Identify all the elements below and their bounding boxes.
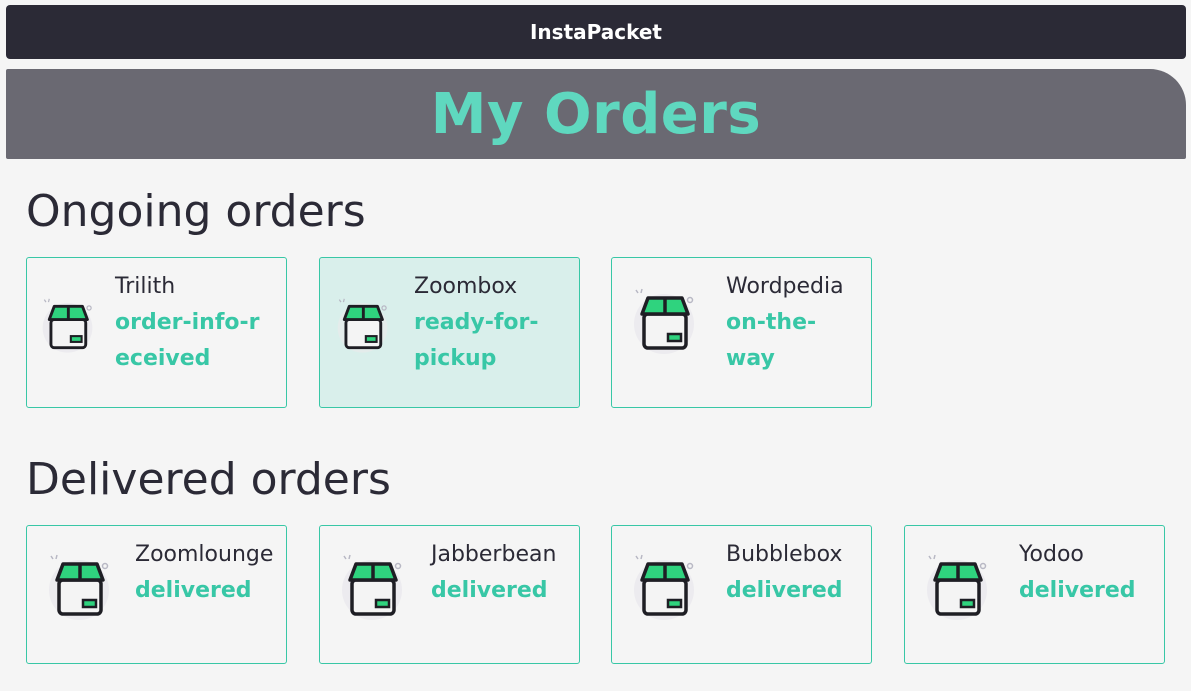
order-card[interactable]: Bubblebox delivered [611,525,872,664]
order-name: Bubblebox [726,542,843,567]
order-card[interactable]: Jabberbean delivered [319,525,580,664]
order-name: Zoombox [414,274,518,299]
order-name: Wordpedia [726,274,844,299]
package-box-icon [634,288,694,354]
order-name: Trilith [115,274,176,299]
package-box-icon [337,298,388,353]
package-box-icon [927,554,987,620]
order-card[interactable]: Zoomlounge delivered [26,525,287,664]
app-title: InstaPacket [529,20,662,44]
order-status: delivered [726,578,843,603]
package-box-icon [342,554,402,620]
order-status: order-info-received [115,310,260,371]
order-card[interactable]: Trilith order-info-received [26,257,287,408]
order-status: on-the-way [726,310,817,371]
ongoing-orders-heading: Ongoing orders [26,186,366,237]
package-box-icon [42,298,93,353]
order-card[interactable]: Wordpedia on-the-way [611,257,872,408]
package-box-icon [49,554,109,620]
order-status: delivered [431,578,548,603]
order-status: delivered [1019,578,1136,603]
order-name: Jabberbean [431,542,557,567]
page-title: My Orders [430,81,762,147]
app-title-bar: InstaPacket [6,5,1186,59]
order-card[interactable]: Zoombox ready-for-pickup [319,257,580,408]
order-name: Yodoo [1019,542,1084,567]
order-status: delivered [135,578,252,603]
order-status: ready-for-pickup [414,310,539,371]
page-header-banner: My Orders [6,69,1186,159]
delivered-orders-heading: Delivered orders [26,454,391,505]
package-box-icon [634,554,694,620]
order-card[interactable]: Yodoo delivered [904,525,1165,664]
order-name: Zoomlounge [135,542,274,567]
